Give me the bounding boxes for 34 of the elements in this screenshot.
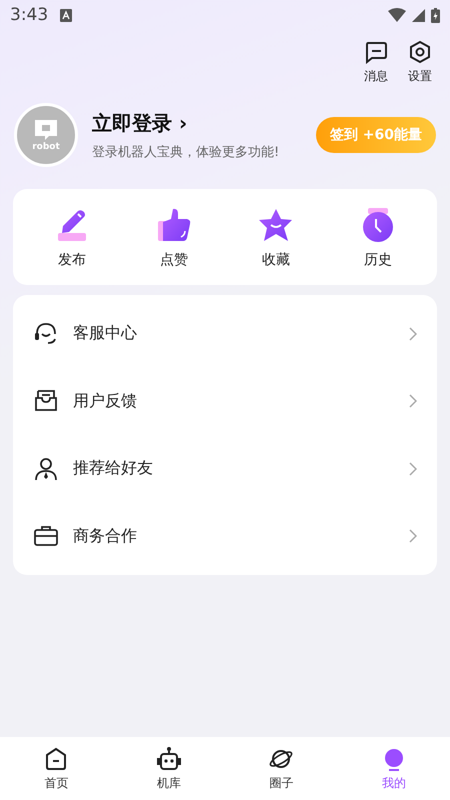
nav-tab[interactable]: 圈子 [251, 746, 312, 792]
chevron-right-icon [409, 394, 417, 408]
settings-icon [408, 40, 432, 64]
clock-icon [360, 207, 396, 243]
thumbs-up-icon [156, 207, 192, 243]
chevron-right-icon [409, 462, 417, 476]
nav-tab[interactable]: 我的 [364, 746, 424, 792]
status-time: 3:43 [10, 5, 48, 25]
chevron-right-icon [409, 529, 417, 544]
login-subtitle: 登录机器人宝典，体验更多功能! [92, 144, 280, 160]
header-action[interactable]: 设置 [408, 40, 432, 85]
star-icon [258, 207, 294, 243]
battery-icon [431, 8, 440, 22]
chevron-right-icon [409, 326, 417, 341]
headset-icon [33, 320, 59, 347]
wifi-icon [388, 8, 406, 22]
menu-item[interactable]: 用户反馈 [13, 368, 437, 435]
shortcut-button[interactable]: 发布 [37, 207, 107, 269]
robot-icon [156, 746, 182, 772]
login-link[interactable]: 立即登录 › [92, 110, 302, 136]
shortcut-button[interactable]: 历史 [343, 207, 413, 269]
nav-tab[interactable]: 机库 [138, 746, 199, 792]
signal-icon [412, 8, 425, 22]
robot-logo-icon [33, 118, 59, 142]
keyboard-icon [60, 8, 72, 22]
header-action[interactable]: 消息 [364, 40, 388, 85]
menu-item[interactable]: 客服中心 [13, 300, 437, 368]
menu-item[interactable]: 商务合作 [13, 502, 437, 570]
person-icon [33, 456, 59, 482]
nav-tab[interactable]: 首页 [26, 746, 86, 792]
message-icon [364, 40, 388, 64]
shortcut-button[interactable]: 点赞 [139, 207, 209, 269]
shortcut-button[interactable]: 收藏 [241, 207, 311, 269]
menu-item[interactable]: 推荐给好友 [13, 435, 437, 502]
